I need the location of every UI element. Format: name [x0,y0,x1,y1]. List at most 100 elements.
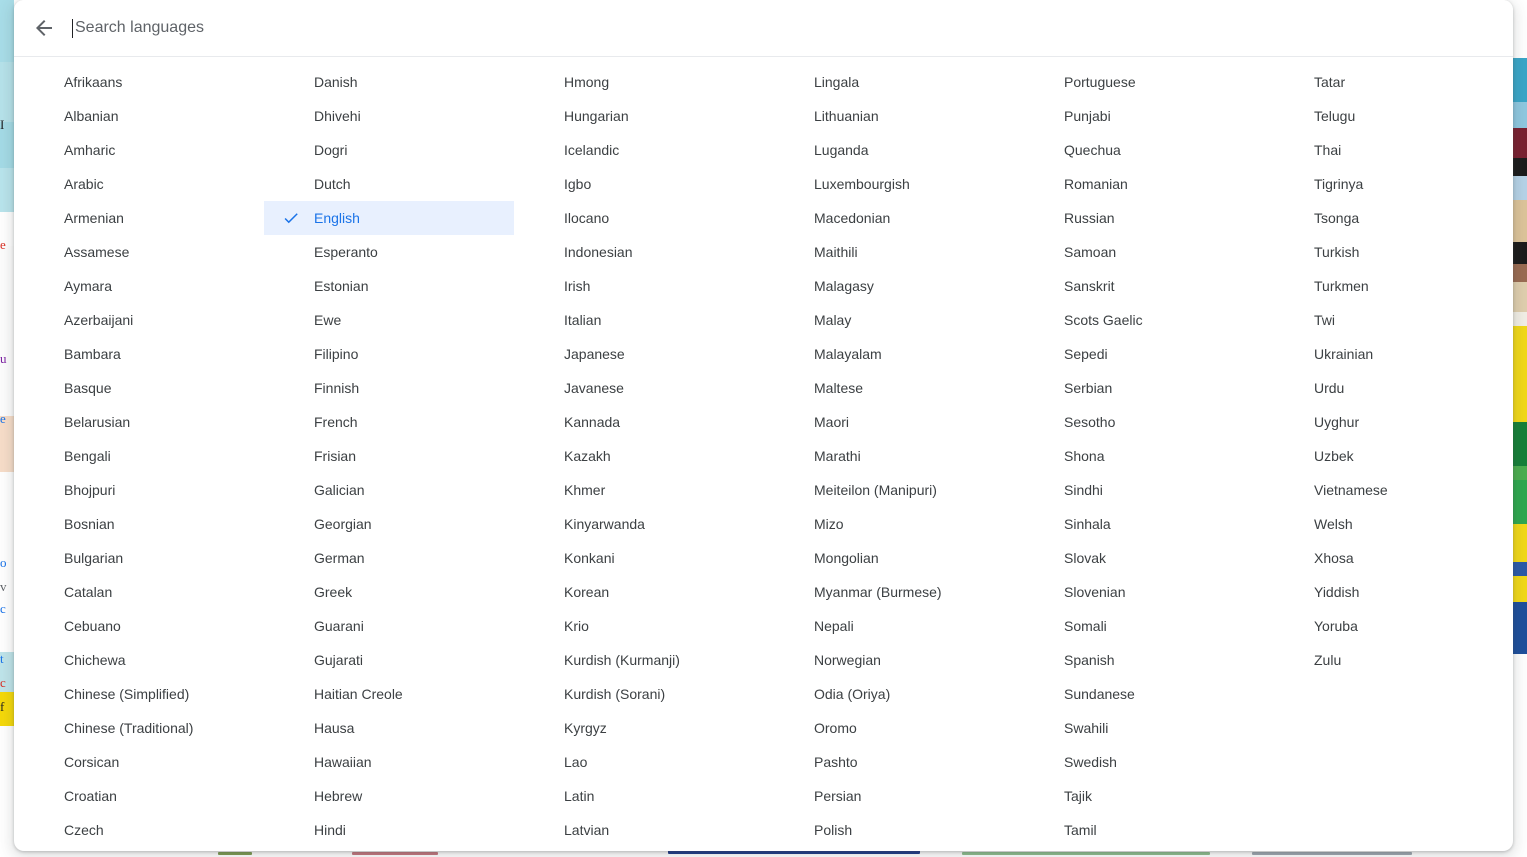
language-option[interactable]: Luxembourgish [764,167,1014,201]
language-option[interactable]: Chichewa [14,643,264,677]
language-option[interactable]: Italian [514,303,764,337]
language-option[interactable]: Malayalam [764,337,1014,371]
language-option[interactable]: Irish [514,269,764,303]
search-field-wrapper[interactable] [70,0,1513,56]
language-option[interactable]: Kinyarwanda [514,507,764,541]
language-option[interactable]: Polish [764,813,1014,847]
language-option[interactable]: Turkmen [1264,269,1513,303]
language-option[interactable]: Kannada [514,405,764,439]
language-option[interactable]: Armenian [14,201,264,235]
language-option[interactable]: Tajik [1014,779,1264,813]
language-option[interactable]: Danish [264,65,514,99]
language-option[interactable]: Twi [1264,303,1513,337]
language-option[interactable]: Corsican [14,745,264,779]
language-option[interactable]: Sindhi [1014,473,1264,507]
language-option[interactable]: Kazakh [514,439,764,473]
language-option[interactable]: Samoan [1014,235,1264,269]
language-option[interactable]: Estonian [264,269,514,303]
language-option[interactable]: Yoruba [1264,609,1513,643]
language-option[interactable]: Vietnamese [1264,473,1513,507]
language-option[interactable]: Bulgarian [14,541,264,575]
language-option[interactable]: Oromo [764,711,1014,745]
language-option[interactable]: Slovenian [1014,575,1264,609]
language-option[interactable]: Nepali [764,609,1014,643]
language-option[interactable]: Frisian [264,439,514,473]
language-option[interactable]: Uzbek [1264,439,1513,473]
language-option[interactable]: Sesotho [1014,405,1264,439]
language-option[interactable]: Maltese [764,371,1014,405]
language-option[interactable]: Serbian [1014,371,1264,405]
language-option[interactable]: Japanese [514,337,764,371]
language-option[interactable]: Krio [514,609,764,643]
language-option[interactable]: Filipino [264,337,514,371]
language-option[interactable]: Kurdish (Kurmanji) [514,643,764,677]
language-option-selected[interactable]: English [264,201,514,235]
language-option[interactable]: Gujarati [264,643,514,677]
language-option[interactable]: Sundanese [1014,677,1264,711]
language-option[interactable]: French [264,405,514,439]
language-option[interactable]: Hindi [264,813,514,847]
language-option[interactable]: Hausa [264,711,514,745]
language-option[interactable]: Marathi [764,439,1014,473]
language-option[interactable]: Mizo [764,507,1014,541]
language-option[interactable]: Turkish [1264,235,1513,269]
language-option[interactable]: Telugu [1264,99,1513,133]
language-option[interactable]: Belarusian [14,405,264,439]
language-option[interactable]: Bosnian [14,507,264,541]
language-option[interactable]: Portuguese [1014,65,1264,99]
language-option[interactable]: Swedish [1014,745,1264,779]
language-option[interactable]: Amharic [14,133,264,167]
language-option[interactable]: Zulu [1264,643,1513,677]
language-option[interactable]: Hungarian [514,99,764,133]
language-option[interactable]: Albanian [14,99,264,133]
language-option[interactable]: Guarani [264,609,514,643]
language-option[interactable]: Tatar [1264,65,1513,99]
language-option[interactable]: Somali [1014,609,1264,643]
language-option[interactable]: Xhosa [1264,541,1513,575]
language-option[interactable]: Malagasy [764,269,1014,303]
language-option[interactable]: Bengali [14,439,264,473]
back-arrow-icon[interactable] [24,8,64,48]
language-option[interactable]: Konkani [514,541,764,575]
language-option[interactable]: Mongolian [764,541,1014,575]
language-option[interactable]: Cebuano [14,609,264,643]
language-option[interactable]: Korean [514,575,764,609]
language-option[interactable]: Swahili [1014,711,1264,745]
language-option[interactable]: Uyghur [1264,405,1513,439]
language-option[interactable]: Croatian [14,779,264,813]
language-option[interactable]: Shona [1014,439,1264,473]
language-option[interactable]: Myanmar (Burmese) [764,575,1014,609]
language-option[interactable]: Lithuanian [764,99,1014,133]
language-option[interactable]: Dhivehi [264,99,514,133]
language-option[interactable]: Bhojpuri [14,473,264,507]
language-option[interactable]: Norwegian [764,643,1014,677]
language-option[interactable]: Galician [264,473,514,507]
language-option[interactable]: Haitian Creole [264,677,514,711]
language-option[interactable]: Latvian [514,813,764,847]
language-option[interactable]: Welsh [1264,507,1513,541]
language-option[interactable]: Chinese (Traditional) [14,711,264,745]
language-option[interactable]: Javanese [514,371,764,405]
language-option[interactable]: Maori [764,405,1014,439]
language-option[interactable]: Malay [764,303,1014,337]
language-option[interactable]: Persian [764,779,1014,813]
language-option[interactable]: Sanskrit [1014,269,1264,303]
search-input[interactable] [75,16,1490,40]
language-option[interactable]: Pashto [764,745,1014,779]
language-option[interactable]: Tigrinya [1264,167,1513,201]
language-option[interactable]: Khmer [514,473,764,507]
language-option[interactable]: Ukrainian [1264,337,1513,371]
language-option[interactable]: Urdu [1264,371,1513,405]
language-option[interactable]: Ilocano [514,201,764,235]
language-option[interactable]: Punjabi [1014,99,1264,133]
language-option[interactable]: Romanian [1014,167,1264,201]
language-option[interactable]: Maithili [764,235,1014,269]
language-option[interactable]: Bambara [14,337,264,371]
language-option[interactable]: Lingala [764,65,1014,99]
language-option[interactable]: Latin [514,779,764,813]
language-option[interactable]: Dogri [264,133,514,167]
language-option[interactable]: Arabic [14,167,264,201]
language-option[interactable]: Icelandic [514,133,764,167]
language-option[interactable]: Czech [14,813,264,847]
language-option[interactable]: Hmong [514,65,764,99]
